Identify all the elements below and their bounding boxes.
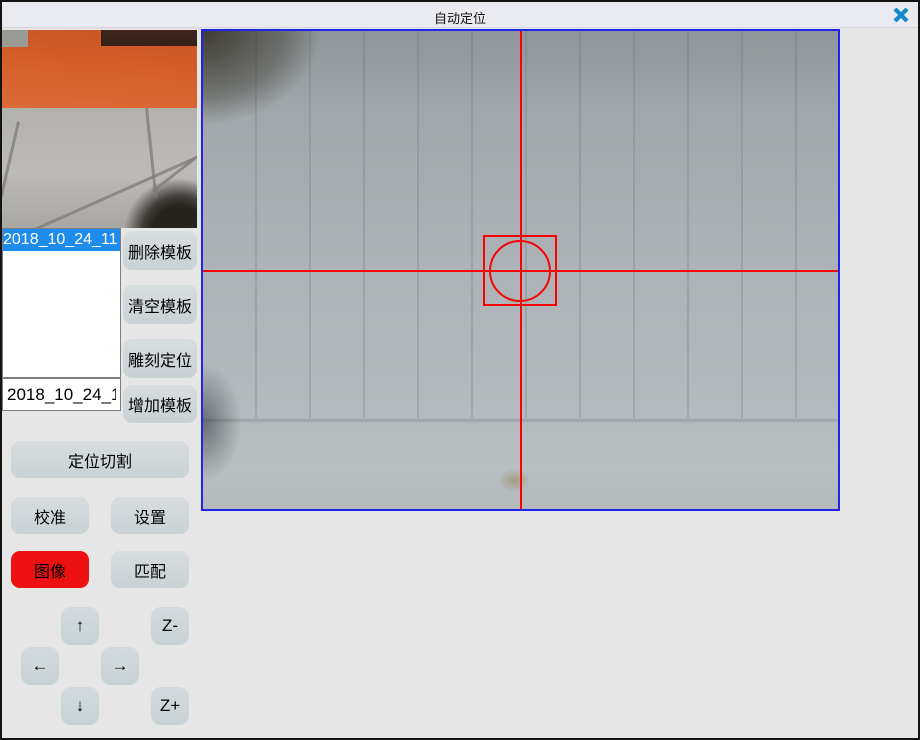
add-template-button[interactable]: 增加模板 [123, 385, 197, 423]
jog-z-minus-button[interactable]: Z- [151, 607, 189, 645]
dialog-title: 自动定位 [2, 8, 918, 27]
tile-grout-line [145, 108, 157, 198]
clear-templates-button[interactable]: 清空模板 [123, 285, 197, 324]
delete-template-button[interactable]: 删除模板 [123, 231, 197, 270]
auto-position-dialog: 自动定位 2018_10_24_11 删除模板 清空模板 雕刻定位 增加模板 定… [0, 0, 920, 740]
template-name-field[interactable] [2, 378, 121, 411]
titlebar: 自动定位 [2, 2, 918, 28]
jog-left-button[interactable]: ← [21, 647, 59, 685]
image-button[interactable]: 图像 [11, 551, 89, 588]
close-button[interactable] [891, 6, 911, 24]
template-list[interactable]: 2018_10_24_11 [2, 228, 121, 378]
engrave-position-button[interactable]: 雕刻定位 [123, 339, 197, 378]
jog-right-button[interactable]: → [101, 647, 139, 685]
close-icon [893, 8, 909, 22]
jog-up-button[interactable]: ↑ [61, 607, 99, 645]
position-cut-button[interactable]: 定位切割 [11, 441, 189, 478]
settings-button[interactable]: 设置 [111, 497, 189, 534]
match-button[interactable]: 匹配 [111, 551, 189, 588]
camera-view[interactable] [201, 29, 840, 511]
list-item[interactable]: 2018_10_24_11 [3, 229, 120, 251]
tile-grout-line [30, 157, 196, 228]
template-thumbnail [2, 30, 197, 228]
jog-z-plus-button[interactable]: Z+ [151, 687, 189, 725]
calibrate-button[interactable]: 校准 [11, 497, 89, 534]
tile-grout-line [2, 121, 20, 228]
tile-grout-line [152, 147, 197, 192]
jog-down-button[interactable]: ↓ [61, 687, 99, 725]
target-circle-overlay [489, 240, 551, 302]
